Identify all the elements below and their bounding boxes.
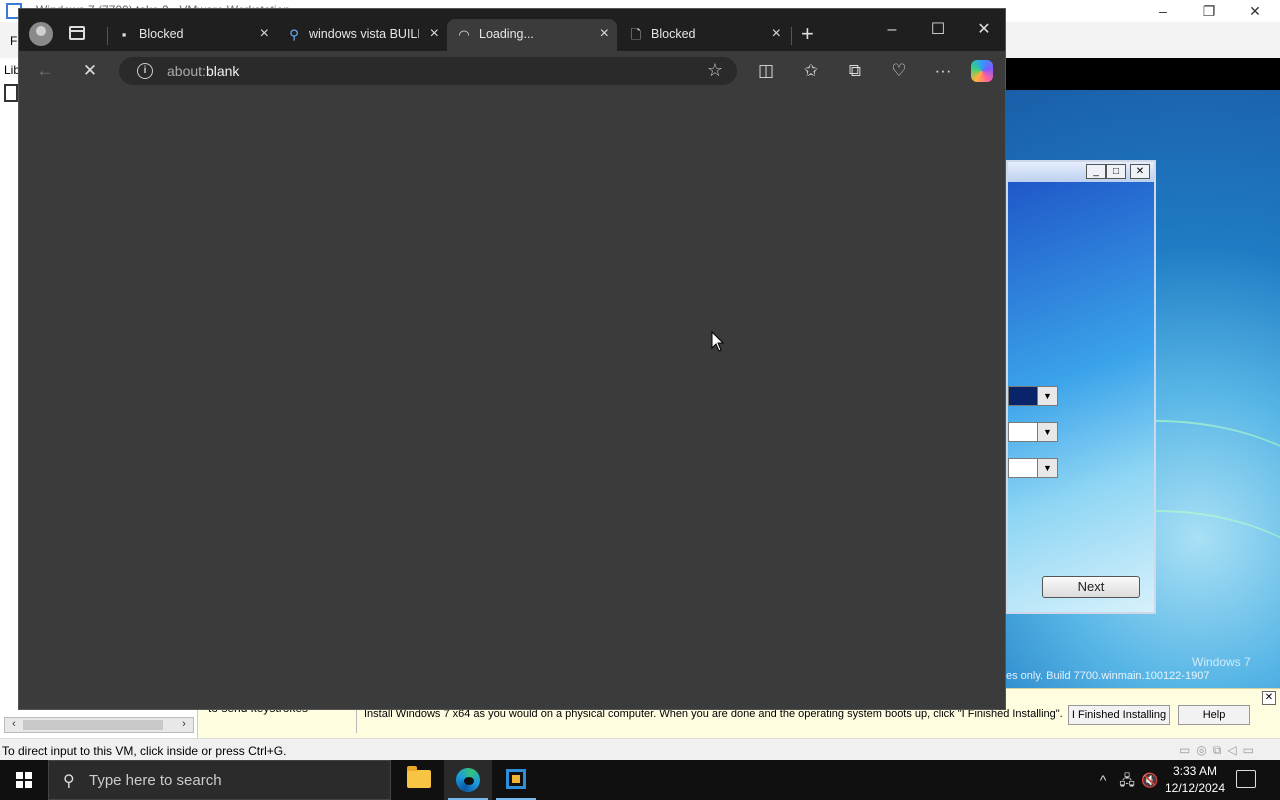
vm-top-border [1006,58,1280,90]
vmware-icon [506,769,526,789]
close-tab-icon[interactable]: × [260,25,269,43]
restore-icon[interactable]: ❐ [1186,0,1232,22]
file-explorer-button[interactable] [395,760,443,800]
collections-icon[interactable]: ⧉ [843,59,867,83]
split-screen-icon[interactable]: ◫ [754,59,778,83]
folder-icon [407,766,431,788]
finished-installing-button[interactable]: I Finished Installing [1068,705,1170,725]
setup-body: ▼ ▼ ▼ Next [1008,182,1154,612]
minimize-icon[interactable]: – [869,15,915,45]
tab-label: windows vista BUILD [309,27,419,41]
chevron-down-icon[interactable]: ▼ [1037,423,1057,441]
network-icon[interactable]: 🖧 [1116,760,1138,800]
close-icon[interactable]: ✕ [1232,0,1278,22]
chevron-up-icon[interactable]: ^ [1094,760,1112,800]
setup-titlebar: _ □ ✕ [1008,162,1154,182]
minimize-icon[interactable]: – [1140,0,1186,22]
copilot-icon[interactable] [971,60,993,82]
tab-strip: ▪ Blocked × ⚲ windows vista BUILD × ◠ Lo… [19,9,1005,51]
library-scrollbar[interactable]: ‹ › [4,717,194,733]
chevron-down-icon[interactable]: ▼ [1037,387,1057,405]
more-options-icon[interactable]: ··· [931,59,955,83]
clock-time: 3:33 AM [1172,764,1218,778]
tab-actions-icon[interactable] [69,26,85,40]
url-path: blank [205,63,240,79]
language-dropdown[interactable]: ▼ [1008,386,1058,406]
windows-logo-text: Windows 7 [1192,655,1251,669]
address-url[interactable]: about:blank [167,63,239,79]
tab-separator [791,27,792,45]
tab-label: Blocked [139,27,184,41]
blocked-page-icon: ▪ [121,27,127,42]
new-tab-icon[interactable]: + [801,21,814,47]
edge-icon [456,768,480,792]
help-button[interactable]: Help [1178,705,1250,725]
setup-minimize-icon[interactable]: _ [1086,164,1106,179]
install-bar-close-icon[interactable]: ✕ [1262,691,1276,705]
tab-loading[interactable]: ◠ Loading... × [447,19,617,51]
start-button[interactable] [0,760,48,800]
setup-close-icon[interactable]: ✕ [1130,164,1150,179]
page-icon: 🗋 [630,27,642,42]
tab-search[interactable]: ⚲ windows vista BUILD × [277,19,447,51]
info-icon[interactable]: i [137,63,153,79]
library-search-box[interactable] [4,84,18,102]
taskbar: ⚲ Type here to search ^ 🖧 🔇 3:33 AM 12/1… [0,760,1280,800]
close-tab-icon[interactable]: × [772,25,781,43]
tab-label: Loading... [479,27,534,41]
setup-window: _ □ ✕ ▼ ▼ ▼ Next [1006,160,1156,614]
loading-spinner-icon: ◠ [458,27,470,42]
time-format-dropdown[interactable]: ▼ [1008,422,1058,442]
build-watermark: es only. Build 7700.winmain.100122-1907 [1006,670,1210,682]
close-icon[interactable]: ✕ [961,15,1007,45]
vm-screen[interactable]: _ □ ✕ ▼ ▼ ▼ Next Windows 7 es only. Buil… [1006,90,1280,688]
browser-essentials-icon[interactable]: ♡ [887,59,911,83]
next-button[interactable]: Next [1042,576,1140,598]
volume-muted-icon[interactable]: 🔇 [1140,760,1160,800]
search-placeholder: Type here to search [89,772,222,789]
tab-separator [107,27,108,45]
browser-toolbar: ← ✕ i about:blank ☆ ◫ ✩ ⧉ ♡ ··· [19,51,1005,91]
keyboard-dropdown[interactable]: ▼ [1008,458,1058,478]
windows-logo-icon [16,772,32,788]
favorites-icon[interactable]: ✩ [799,59,823,83]
chevron-down-icon[interactable]: ▼ [1037,459,1057,477]
scroll-left-icon[interactable]: ‹ [7,717,21,731]
url-protocol: about: [167,63,206,79]
profile-avatar[interactable] [29,22,53,46]
menu-file[interactable]: F [10,34,17,48]
status-text: To direct input to this VM, click inside… [2,744,287,758]
tab-blocked-1[interactable]: ▪ Blocked × [107,19,277,51]
device-icons[interactable]: ▭◎⧉◁▭ [1179,743,1260,758]
tab-blocked-2[interactable]: 🗋 Blocked × [619,19,789,51]
vmware-statusbar: To direct input to this VM, click inside… [0,738,1280,760]
page-content[interactable] [19,91,1005,709]
scroll-right-icon[interactable]: › [177,717,191,731]
scroll-thumb[interactable] [23,720,163,730]
edge-window: ▪ Blocked × ⚲ windows vista BUILD × ◠ Lo… [18,8,1006,710]
taskbar-search[interactable]: ⚲ Type here to search [48,760,391,800]
setup-maximize-icon[interactable]: □ [1106,164,1126,179]
mouse-cursor-icon [711,331,725,352]
back-icon[interactable]: ← [33,59,57,83]
search-icon: ⚲ [289,27,299,42]
address-bar[interactable]: i about:blank ☆ [119,57,737,85]
clock[interactable]: 3:33 AM 12/12/2024 [1158,763,1232,797]
stop-loading-icon[interactable]: ✕ [78,59,102,83]
notification-icon[interactable] [1236,770,1256,788]
maximize-icon[interactable]: ☐ [915,15,961,45]
vmware-taskbar-button[interactable] [492,760,540,800]
clock-date: 12/12/2024 [1164,781,1226,795]
close-tab-icon[interactable]: × [600,25,609,43]
search-icon: ⚲ [63,773,75,790]
tab-label: Blocked [651,27,696,41]
close-tab-icon[interactable]: × [430,25,439,43]
favorite-star-icon[interactable]: ☆ [707,60,723,81]
edge-taskbar-button[interactable] [444,760,492,800]
